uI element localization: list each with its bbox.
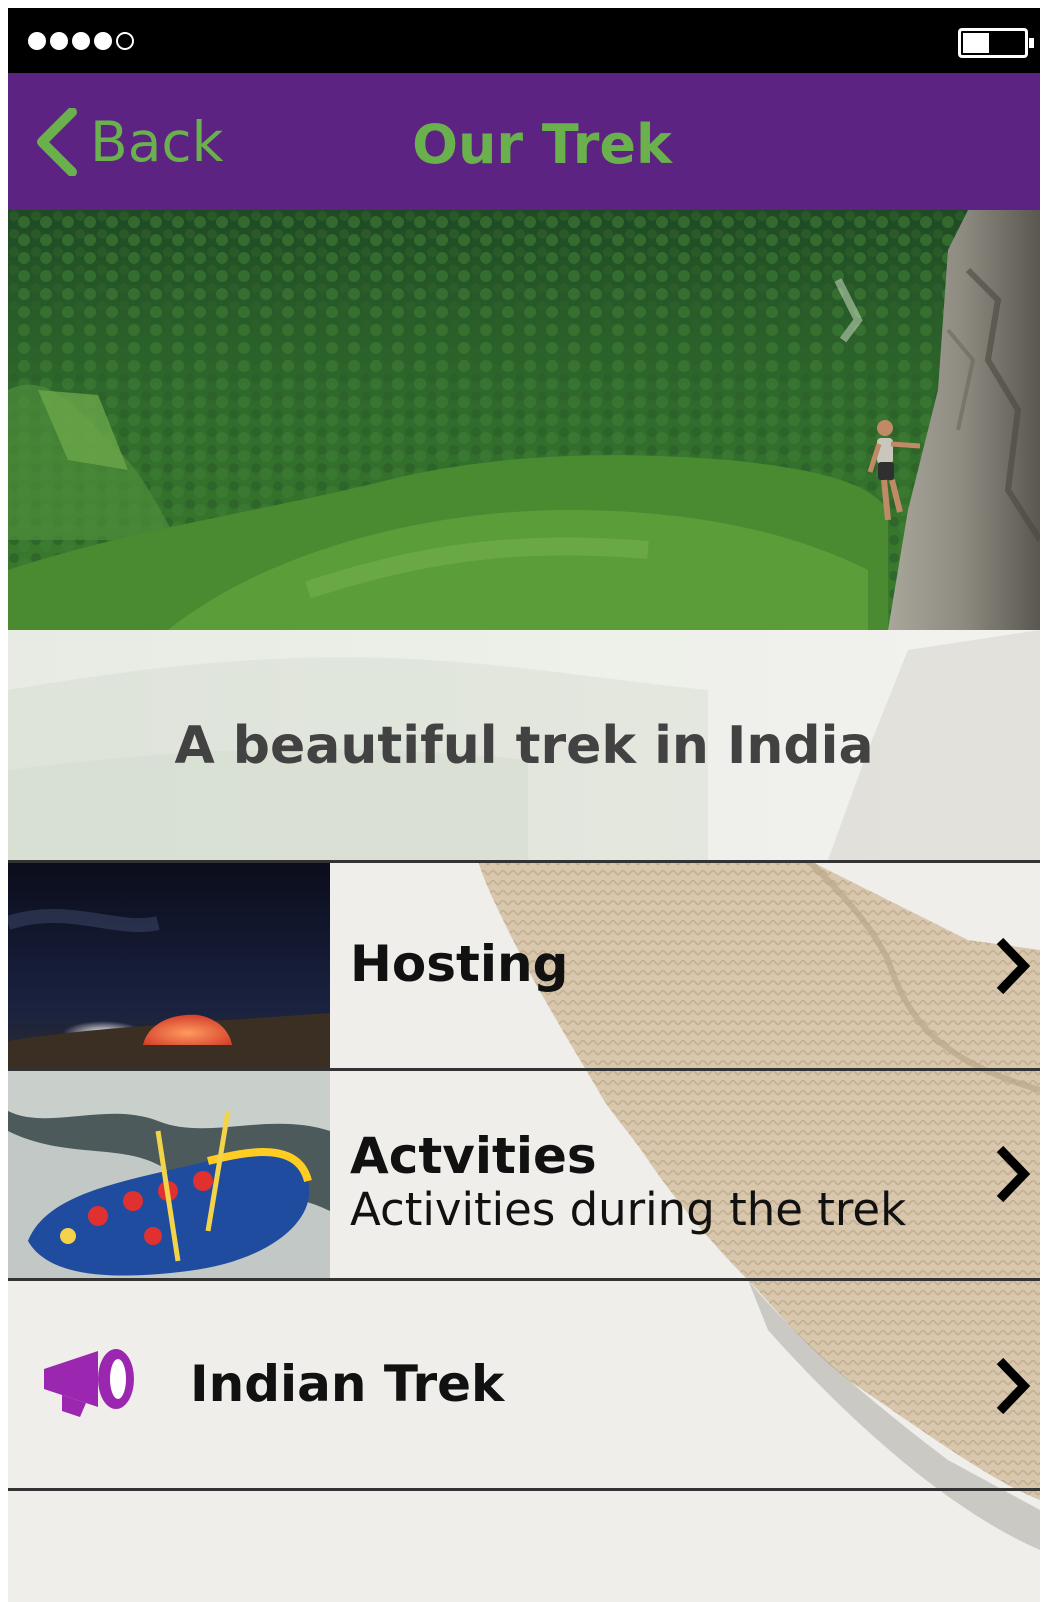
status-bar [8,8,1040,73]
megaphone-icon [44,1349,134,1417]
menu-item-activities[interactable]: Actvities Activities during the trek [8,1068,1040,1278]
menu-item-label: Actvities [350,1127,597,1185]
navigation-bar: Back Our Trek [8,73,1040,210]
chevron-right-icon [996,937,1031,995]
chevron-right-icon [996,1357,1031,1415]
menu-item-hosting[interactable]: Hosting [8,860,1040,1068]
menu-item-subtitle: Activities during the trek [350,1183,907,1236]
empty-list-row [8,1488,1040,1602]
hero-caption: A beautiful trek in India [174,716,874,776]
menu-list: Hosting Actvities Activities during the … [8,860,1040,1602]
hero-image [8,210,1040,630]
battery-icon [958,28,1034,58]
rafting-thumbnail [8,1071,330,1278]
menu-item-label: Hosting [350,935,569,993]
menu-item-label: Indian Trek [190,1355,505,1413]
tent-night-thumbnail [8,863,330,1068]
page-title: Our Trek [412,113,672,176]
menu-item-indian-trek[interactable]: Indian Trek [8,1278,1040,1488]
caption-band: A beautiful trek in India [8,630,1040,860]
signal-strength-icon [28,32,134,50]
app-screen: Back Our Trek A beautiful trek in India … [8,8,1040,1602]
chevron-right-icon [996,1145,1031,1203]
